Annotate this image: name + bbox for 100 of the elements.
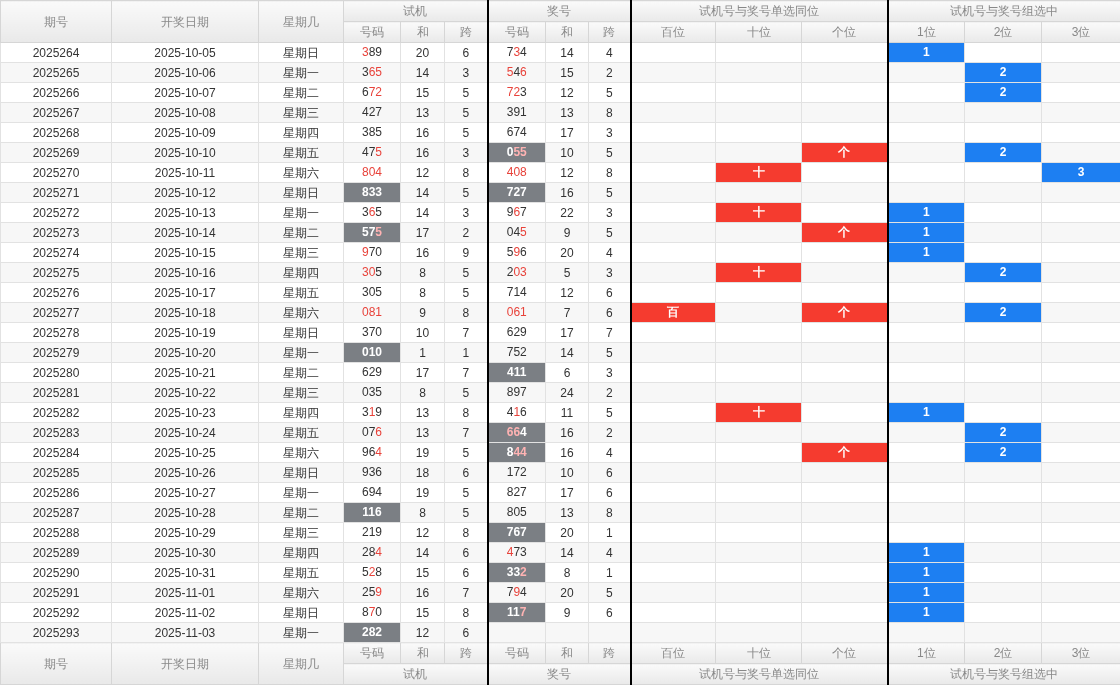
table-cell: 2025290 (0, 562, 112, 583)
highlighted-number: 833 (344, 183, 400, 202)
table-cell: 2025272 (0, 202, 112, 223)
table-cell: 2025-10-20 (111, 342, 259, 363)
table-cell: 16 (545, 182, 589, 203)
number-text: 408 (505, 164, 528, 181)
table-cell: 14 (400, 202, 445, 223)
table-cell: 13 (400, 402, 445, 423)
column-header: 期号 (0, 642, 112, 685)
number-text: 076 (360, 424, 384, 441)
group-match-marker: 1 (888, 403, 965, 422)
number-text: 305 (360, 284, 384, 301)
table-cell: 14 (545, 542, 589, 563)
group-match-marker: 2 (965, 263, 1042, 282)
table-cell: 星期三 (258, 242, 344, 263)
table-cell: 2025288 (0, 522, 112, 543)
position-match-marker: 个 (802, 143, 887, 162)
table-cell: 8 (400, 382, 445, 403)
number-text: 172 (505, 464, 528, 481)
highlighted-number: 411 (488, 363, 545, 382)
table-cell: 2025-10-15 (111, 242, 259, 263)
table-cell: 星期五 (258, 142, 344, 163)
group-match-marker: 1 (888, 43, 965, 62)
table-cell: 2025-10-05 (111, 42, 259, 63)
table-cell: 13 (545, 102, 589, 123)
column-header: 星期几 (258, 642, 344, 685)
table-cell: 2025279 (0, 342, 112, 363)
table-cell: 2025292 (0, 602, 112, 623)
table-cell: 17 (400, 222, 445, 243)
table-cell: 星期日 (258, 322, 344, 343)
number-text: 734 (505, 44, 528, 61)
table-cell: 2025-10-18 (111, 302, 259, 323)
table-cell: 2025266 (0, 82, 112, 103)
number-text: 967 (505, 204, 528, 221)
table-cell: 16 (400, 122, 445, 143)
table-cell: 星期日 (258, 182, 344, 203)
highlighted-number: 332 (488, 563, 545, 582)
column-header: 期号 (0, 0, 112, 43)
table-cell: 星期一 (258, 202, 344, 223)
table-cell: 15 (400, 602, 445, 623)
group-match-marker: 2 (965, 303, 1042, 322)
table-cell: 星期六 (258, 442, 344, 463)
table-cell: 2025-11-02 (111, 602, 259, 623)
table-cell: 2025-10-06 (111, 62, 259, 83)
number-text: 475 (360, 144, 384, 161)
table-cell: 8 (400, 262, 445, 283)
table-cell: 20 (400, 42, 445, 63)
table-cell: 2025282 (0, 402, 112, 423)
table-cell: 2025-10-09 (111, 122, 259, 143)
table-cell: 2025-10-11 (111, 162, 259, 183)
table-cell: 星期日 (258, 602, 344, 623)
highlighted-number: 282 (344, 623, 400, 642)
table-cell: 2025268 (0, 122, 112, 143)
table-cell: 5 (545, 262, 589, 283)
table-cell: 2025278 (0, 322, 112, 343)
table-cell: 星期日 (258, 42, 344, 63)
table-cell: 17 (545, 122, 589, 143)
number-text: 391 (505, 104, 528, 121)
table-cell: 星期四 (258, 542, 344, 563)
table-cell: 2025-10-21 (111, 362, 259, 383)
table-cell: 24 (545, 382, 589, 403)
table-cell: 19 (400, 442, 445, 463)
number-text: 596 (505, 244, 528, 261)
table-cell: 2025273 (0, 222, 112, 243)
table-cell: 2025-10-10 (111, 142, 259, 163)
column-header: 试机号与奖号组选中 (887, 0, 1120, 22)
number-text: 827 (505, 484, 528, 501)
table-cell: 2025277 (0, 302, 112, 323)
table-cell: 星期一 (258, 482, 344, 503)
table-cell: 星期六 (258, 302, 344, 323)
table-cell: 1 (400, 342, 445, 363)
table-cell: 星期一 (258, 342, 344, 363)
position-match-marker: 个 (802, 223, 887, 242)
highlighted-number: 767 (488, 523, 545, 542)
highlighted-number: 116 (344, 503, 400, 522)
number-text: 219 (360, 524, 384, 541)
table-cell: 2025293 (0, 622, 112, 643)
table-cell: 2025284 (0, 442, 112, 463)
table-cell: 20 (545, 582, 589, 603)
table-cell: 星期二 (258, 362, 344, 383)
number-text: 936 (360, 464, 384, 481)
column-header: 开奖日期 (111, 642, 259, 685)
table-cell: 16 (400, 582, 445, 603)
table-cell: 18 (400, 462, 445, 483)
table-cell: 星期二 (258, 502, 344, 523)
table-cell: 星期四 (258, 262, 344, 283)
number-text: 473 (505, 544, 528, 561)
number-text: 259 (360, 584, 384, 601)
number-text: 203 (505, 264, 528, 281)
number-text: 674 (505, 124, 528, 141)
number-text: 365 (360, 204, 384, 221)
column-header: 百位 (630, 21, 716, 43)
table-cell: 星期五 (258, 282, 344, 303)
table-cell: 17 (545, 482, 589, 503)
group-match-marker: 1 (888, 543, 965, 562)
group-match-marker: 3 (1042, 163, 1120, 182)
table-cell: 2025-10-12 (111, 182, 259, 203)
column-header: 奖号 (487, 663, 631, 685)
number-text: 897 (505, 384, 528, 401)
table-cell: 星期一 (258, 622, 344, 643)
